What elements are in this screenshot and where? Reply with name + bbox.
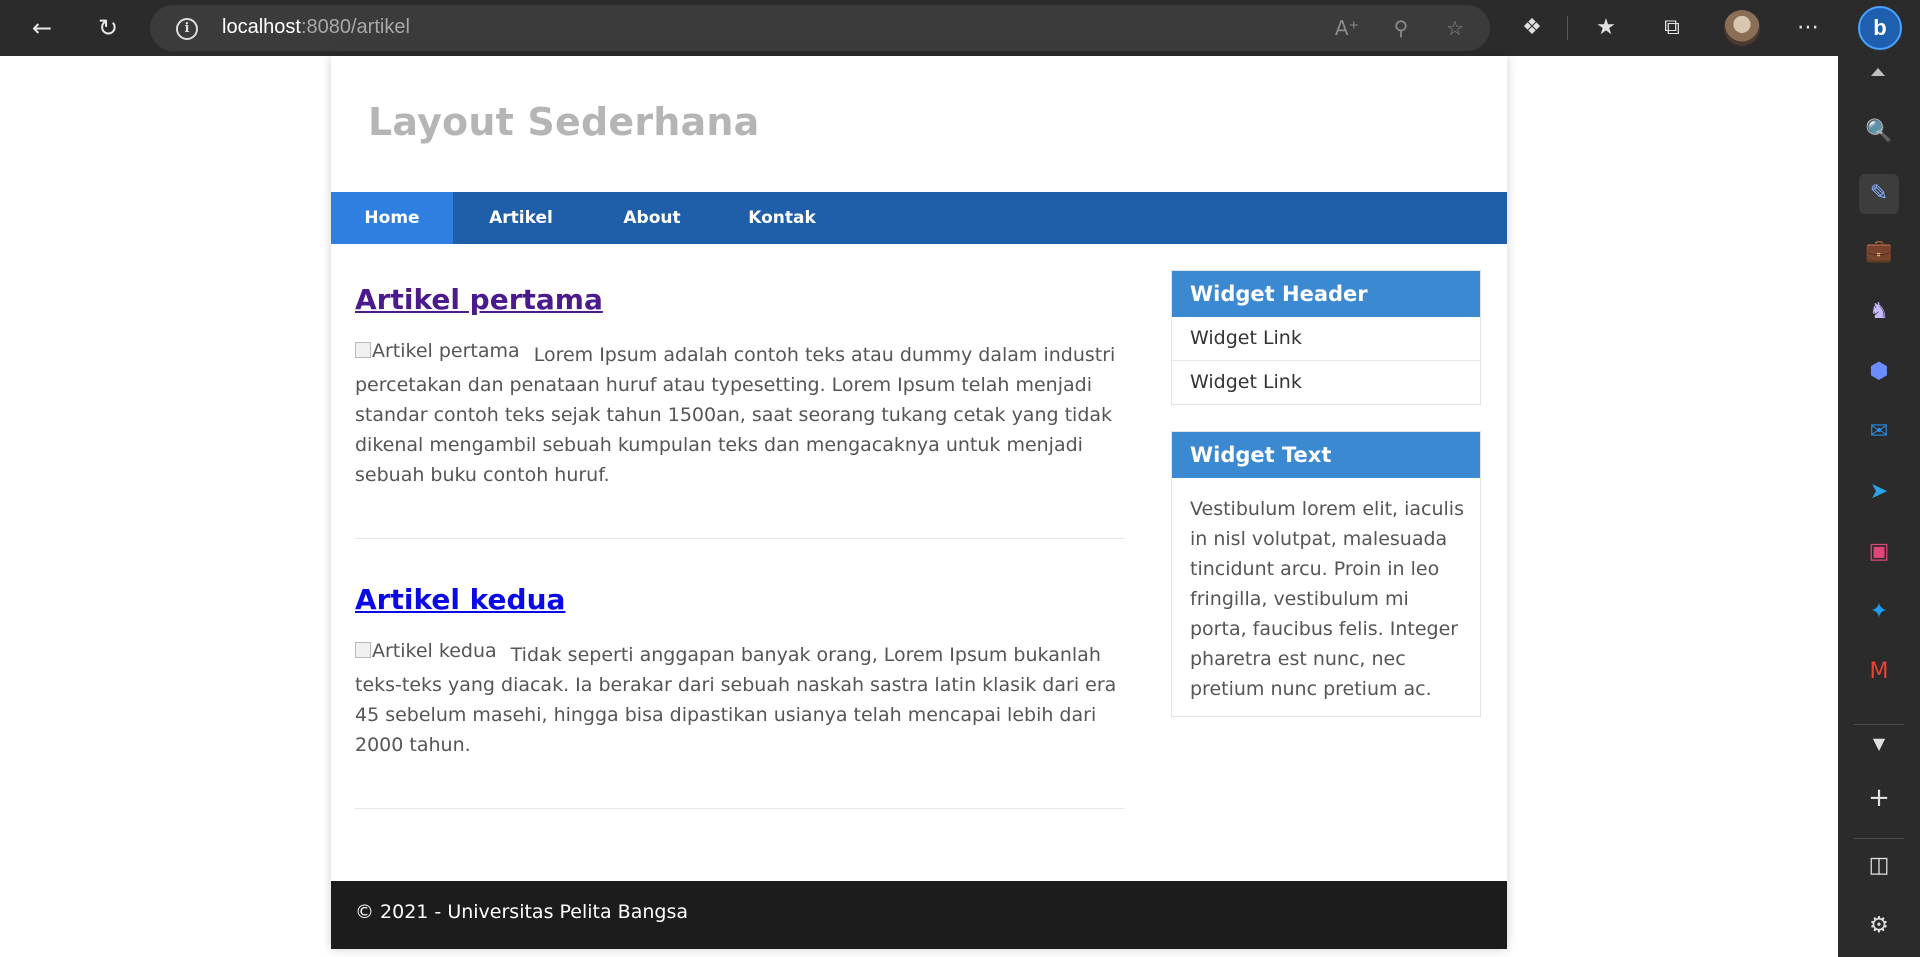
widget-text: Widget Text Vestibulum lorem elit, iacul… [1171,431,1481,717]
profile-avatar[interactable] [1724,10,1760,46]
widget-link[interactable]: Widget Link [1172,317,1480,361]
widget-header: Widget Text [1172,432,1480,478]
read-aloud-icon[interactable]: A⁺ [1332,13,1362,43]
gmail-icon[interactable]: M [1859,652,1899,692]
zoom-out-icon[interactable]: ⚲ [1386,13,1416,43]
browser-toolbar: ← ↻ i localhost:8080/artikel A⁺ ⚲ ☆ ❖ ★ … [0,0,1920,56]
sidebar-divider [1854,838,1904,839]
reload-icon[interactable]: ↻ [92,12,124,44]
article-title[interactable]: Artikel kedua [355,583,565,616]
nav-about[interactable]: About [589,192,715,244]
widget-link[interactable]: Widget Link [1172,361,1480,404]
split-screen-icon[interactable]: ◫ [1859,846,1899,886]
info-icon[interactable]: i [176,18,198,40]
widget-text-body: Vestibulum lorem elit, iaculis in nisl v… [1190,498,1464,700]
bing-chat-icon[interactable]: b [1858,6,1902,50]
add-favorite-icon[interactable]: ☆ [1440,13,1470,43]
article-image: Artikel kedua [355,636,497,666]
favorites-icon[interactable]: ★ [1590,12,1622,44]
site-title: Layout Sederhana [368,100,760,144]
page-container: Layout Sederhana Home Artikel About Kont… [331,56,1507,949]
browser-sidebar: 🔍 ✎ 💼 ♞ ⬢ ✉ ➤ ▣ ✦ M ▼ + ◫ ⚙ [1838,56,1920,957]
tools-icon[interactable]: 💼 [1859,232,1899,272]
settings-icon[interactable]: ⚙ [1859,906,1899,946]
discover-icon[interactable]: ✎ [1859,174,1899,214]
chevron-down-icon[interactable]: ▼ [1859,724,1899,764]
site-footer: © 2021 - Universitas Pelita Bangsa [331,881,1507,949]
more-icon[interactable]: ⋯ [1792,12,1824,44]
scroll-up-arrow[interactable] [1871,68,1885,76]
instagram-icon[interactable]: ▣ [1859,532,1899,572]
add-icon[interactable]: + [1859,778,1899,818]
toolbar-divider [1567,16,1568,40]
article-title[interactable]: Artikel pertama [355,283,603,316]
article-image: Artikel pertama [355,336,520,366]
widget-links: Widget Header Widget Link Widget Link [1171,270,1481,405]
collections-icon[interactable]: ⧉ [1656,12,1688,44]
address-bar[interactable]: i localhost:8080/artikel A⁺ ⚲ ☆ [150,5,1490,51]
search-icon[interactable]: 🔍 [1859,112,1899,152]
nav-kontak[interactable]: Kontak [715,192,849,244]
article-divider [355,538,1124,539]
telegram-icon[interactable]: ➤ [1859,472,1899,512]
back-arrow-icon[interactable]: ← [26,12,58,44]
article-body: Artikel kedua Tidak seperti anggapan bany… [355,640,1125,760]
site-header: Layout Sederhana [331,56,1507,192]
twitter-icon[interactable]: ✦ [1859,592,1899,632]
nav-artikel[interactable]: Artikel [453,192,589,244]
article-body: Artikel pertama Lorem Ipsum adalah contoh… [355,340,1125,490]
copilot-icon[interactable]: ⬢ [1859,352,1899,392]
nav-home[interactable]: Home [331,192,453,244]
outlook-icon[interactable]: ✉ [1859,412,1899,452]
article-divider [355,808,1124,809]
footer-text: © 2021 - Universitas Pelita Bangsa [355,901,688,923]
widget-header: Widget Header [1172,271,1480,317]
games-icon[interactable]: ♞ [1859,292,1899,332]
extensions-icon[interactable]: ❖ [1516,12,1548,44]
main-nav: Home Artikel About Kontak [331,192,1507,244]
url-text[interactable]: localhost:8080/artikel [222,16,410,39]
